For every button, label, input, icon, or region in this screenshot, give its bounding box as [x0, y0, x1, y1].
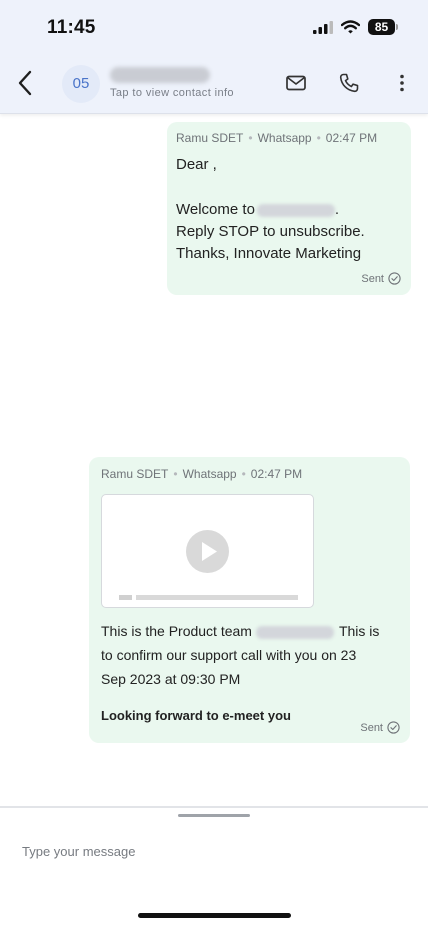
check-circle-icon — [388, 272, 401, 285]
status-icons: 85 — [313, 19, 398, 35]
message-bubble[interactable]: Ramu SDET • Whatsapp • 02:47 PM Dear , Welco… — [167, 122, 411, 295]
welcome-text: Welcome to — [176, 201, 255, 218]
product-team-text: This is the Product team — [101, 623, 252, 639]
contact-name-redacted[interactable] — [110, 67, 210, 83]
welcome-end: . — [334, 201, 340, 218]
channel-name: Whatsapp — [182, 467, 237, 481]
phone-icon — [339, 73, 359, 93]
message-time: 02:47 PM — [250, 467, 303, 481]
message-thanks-line: Thanks, Innovate Marketing — [176, 245, 362, 262]
sender-name: Ramu SDET — [101, 467, 169, 481]
status-bar: 11:45 85 — [0, 0, 428, 58]
more-vertical-icon — [400, 74, 404, 92]
message-line-2: to confirm our support call with you on … — [101, 647, 357, 663]
more-options-button[interactable] — [390, 71, 414, 95]
back-button[interactable] — [12, 68, 38, 98]
drag-handle[interactable] — [178, 814, 250, 817]
message-closing: Looking forward to e-meet you — [101, 708, 291, 723]
battery-level: 85 — [368, 19, 395, 35]
redacted-company — [256, 203, 335, 217]
message-welcome-line: Welcome to. — [176, 199, 339, 222]
email-button[interactable] — [284, 71, 308, 95]
wifi-icon — [341, 20, 360, 34]
this-is-text: This is — [338, 623, 380, 639]
signal-icon — [313, 20, 333, 34]
play-icon — [202, 542, 217, 561]
conversation-header: 05 Tap to view contact info — [0, 58, 428, 114]
back-icon — [18, 70, 32, 96]
sent-status: Sent — [360, 721, 400, 734]
channel-name: Whatsapp — [257, 131, 312, 145]
message-meta: Ramu SDET • Whatsapp • 02:47 PM — [101, 467, 303, 481]
sender-name: Ramu SDET — [176, 131, 244, 145]
contact-info-hint[interactable]: Tap to view contact info — [110, 87, 234, 99]
check-circle-icon — [387, 721, 400, 734]
sent-label: Sent — [360, 721, 383, 734]
play-button[interactable] — [186, 530, 229, 573]
home-indicator[interactable] — [138, 913, 291, 918]
message-bubble[interactable]: Ramu SDET • Whatsapp • 02:47 PM This is the … — [89, 457, 410, 743]
sent-label: Sent — [361, 272, 384, 285]
call-button[interactable] — [337, 71, 361, 95]
video-progress-bar[interactable] — [119, 595, 299, 600]
sent-status: Sent — [361, 272, 401, 285]
video-attachment[interactable] — [101, 494, 314, 608]
redacted-company — [255, 625, 334, 639]
message-line-1: This is the Product team This is — [101, 619, 379, 643]
battery-icon: 85 — [368, 19, 398, 35]
message-meta: Ramu SDET • Whatsapp • 02:47 PM — [176, 131, 378, 145]
message-composer — [0, 806, 428, 926]
message-line-3: Sep 2023 at 09:30 PM — [101, 671, 241, 687]
message-reply-line: Reply STOP to unsubscribe. — [176, 223, 365, 240]
avatar[interactable]: 05 — [62, 65, 100, 103]
mail-icon — [286, 75, 306, 91]
status-time: 11:45 — [47, 17, 96, 38]
message-input[interactable] — [22, 844, 402, 859]
message-time: 02:47 PM — [325, 131, 378, 145]
message-greeting: Dear , — [176, 156, 217, 173]
